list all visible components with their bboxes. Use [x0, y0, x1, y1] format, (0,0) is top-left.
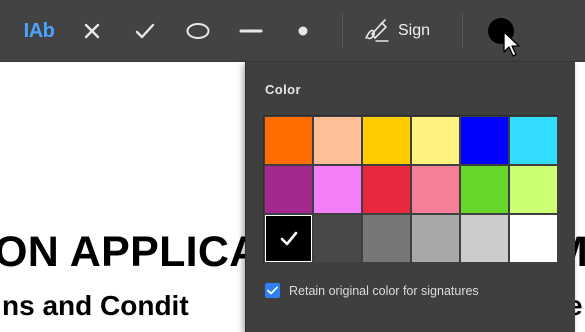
color-swatch[interactable]	[460, 116, 509, 165]
color-picker-button[interactable]	[484, 13, 518, 49]
selected-checkmark-icon	[280, 231, 298, 246]
color-swatch[interactable]	[362, 214, 411, 263]
color-swatch[interactable]	[313, 116, 362, 165]
current-color-swatch	[488, 18, 514, 44]
document-heading-visible-left: ON APPLICA	[0, 228, 261, 276]
line-icon	[239, 29, 263, 33]
color-swatch[interactable]	[362, 165, 411, 214]
color-swatch[interactable]	[411, 165, 460, 214]
toolbar-divider	[462, 14, 463, 48]
dot-icon	[298, 26, 308, 36]
sign-button[interactable]: Sign	[362, 13, 444, 49]
checkmark-icon	[135, 23, 155, 39]
text-field-icon: IAb	[23, 19, 55, 42]
color-swatch[interactable]	[411, 116, 460, 165]
color-swatch[interactable]	[264, 116, 313, 165]
color-swatch[interactable]	[509, 214, 558, 263]
toolbar-divider	[342, 14, 343, 48]
checkmark-tool-button[interactable]	[130, 13, 160, 49]
sign-label: Sign	[398, 22, 431, 39]
popup-title: Color	[265, 82, 301, 97]
checkbox-checkmark-icon	[267, 286, 278, 295]
document-subheading-visible-left: ns and Condit	[2, 290, 189, 321]
cross-mark-icon	[84, 23, 100, 39]
line-tool-button[interactable]	[236, 13, 266, 49]
ellipse-tool-button[interactable]	[181, 13, 215, 49]
color-popup: Color Retain original color for signatur…	[245, 62, 575, 332]
retain-original-color-label: Retain original color for signatures	[289, 283, 479, 298]
color-swatch[interactable]	[509, 116, 558, 165]
color-swatch[interactable]	[460, 165, 509, 214]
color-swatch[interactable]	[460, 214, 509, 263]
color-swatch[interactable]	[264, 165, 313, 214]
pen-signature-icon	[365, 19, 389, 42]
color-swatch[interactable]	[509, 165, 558, 214]
retain-original-color-checkbox[interactable]	[265, 283, 280, 298]
color-swatch[interactable]	[264, 214, 313, 263]
color-swatch-grid	[263, 115, 558, 263]
color-swatch[interactable]	[313, 214, 362, 263]
retain-original-color-option[interactable]: Retain original color for signatures	[265, 283, 479, 298]
color-swatch[interactable]	[411, 214, 460, 263]
add-text-tool-button[interactable]: IAb	[20, 13, 58, 49]
color-swatch[interactable]	[362, 116, 411, 165]
dot-tool-button[interactable]	[292, 13, 314, 49]
color-swatch[interactable]	[313, 165, 362, 214]
fill-and-sign-toolbar: IAb Sign	[0, 0, 585, 62]
cross-mark-tool-button[interactable]	[78, 13, 106, 49]
ellipse-icon	[186, 23, 210, 39]
